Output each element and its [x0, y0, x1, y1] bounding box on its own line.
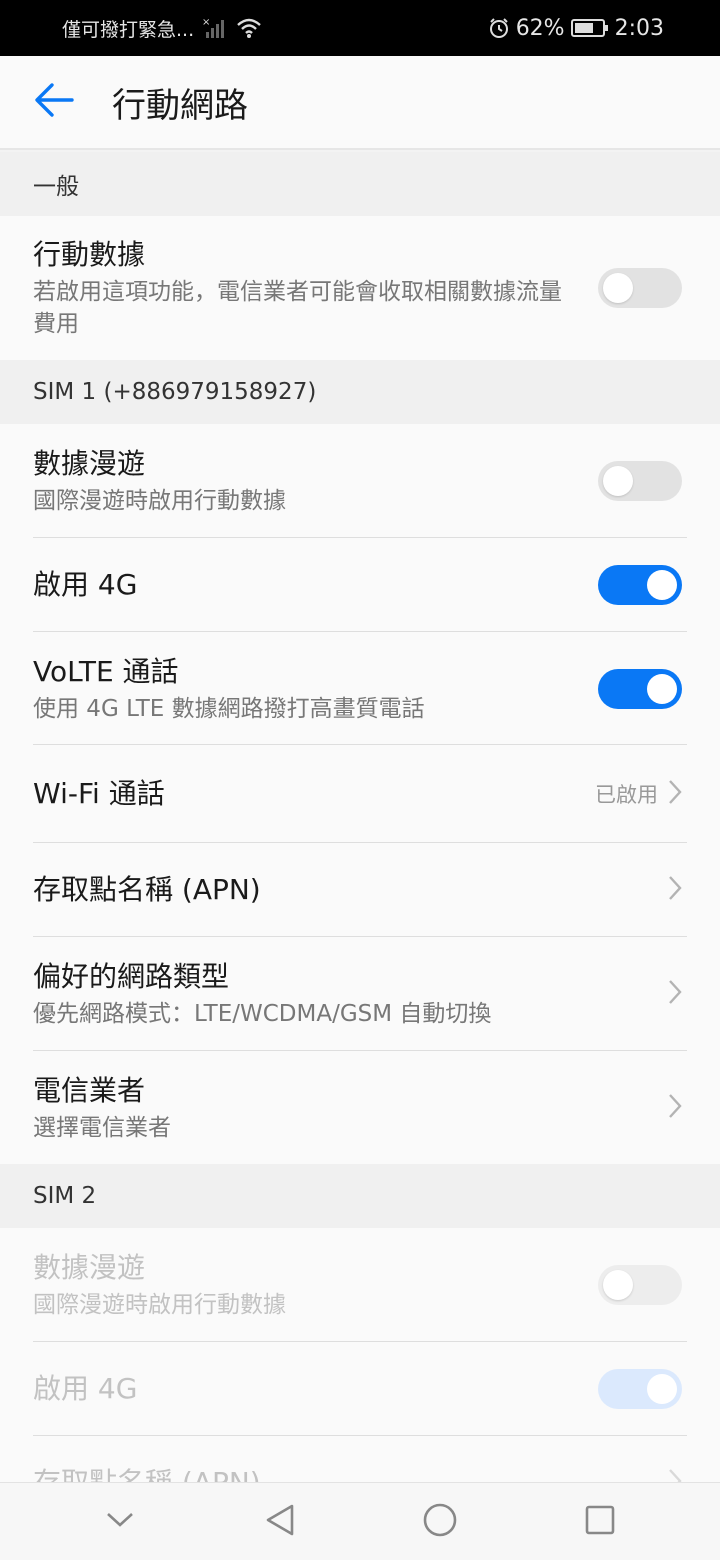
nav-recents-button[interactable] — [560, 1483, 640, 1560]
sim2-apn-trailing — [668, 1468, 682, 1482]
status-time: 2:03 — [614, 15, 664, 41]
sim1-enable-4g-row[interactable]: 啟用 4G — [0, 538, 720, 632]
system-nav-bar — [0, 1482, 720, 1560]
sim2-apn-text: 存取點名稱 (APN) — [33, 1464, 668, 1482]
alarm-icon — [488, 17, 510, 39]
toggle-knob — [603, 273, 633, 303]
sim1-enable-4g-title: 啟用 4G — [33, 568, 138, 601]
sim2-data-roaming-title: 數據漫遊 — [33, 1251, 146, 1284]
sim1-carrier-row[interactable]: 電信業者 選擇電信業者 — [0, 1051, 720, 1164]
sim1-data-roaming-title: 數據漫遊 — [33, 447, 146, 480]
status-right: 62% 2:03 — [488, 16, 664, 41]
sim1-preferred-network-title: 偏好的網路類型 — [33, 960, 230, 993]
back-triangle-icon — [264, 1503, 296, 1541]
sim1-data-roaming-text: 數據漫遊 國際漫遊時啟用行動數據 — [33, 445, 578, 517]
mobile-data-row[interactable]: 行動數據 若啟用這項功能，電信業者可能會收取相關數據流量費用 — [0, 216, 720, 360]
sim1-apn-text: 存取點名稱 (APN) — [33, 871, 668, 909]
sim1-carrier-trailing — [668, 1093, 682, 1123]
chevron-right-icon — [668, 1093, 682, 1123]
chevron-right-icon — [668, 979, 682, 1009]
sim1-wifi-calling-text: Wi-Fi 通話 — [33, 775, 595, 813]
app-bar: 行動網路 — [0, 56, 720, 150]
carrier-status-text: 僅可撥打緊急... — [62, 18, 195, 41]
nav-home-button[interactable] — [400, 1483, 480, 1560]
mobile-data-title: 行動數據 — [33, 238, 146, 271]
sim2-apn-title: 存取點名稱 (APN) — [33, 1464, 668, 1482]
sim2-enable-4g-text: 啟用 4G — [33, 1370, 578, 1408]
group-general: 行動數據 若啟用這項功能，電信業者可能會收取相關數據流量費用 — [0, 216, 720, 360]
sim1-data-roaming-row[interactable]: 數據漫遊 國際漫遊時啟用行動數據 — [0, 424, 720, 538]
sim2-enable-4g-title: 啟用 4G — [33, 1372, 138, 1405]
toggle-knob — [603, 466, 633, 496]
sim1-volte-subtitle: 使用 4G LTE 數據網路撥打高畫質電話 — [33, 695, 425, 722]
sim1-volte-title: VoLTE 通話 — [33, 654, 179, 688]
sim2-enable-4g-toggle — [598, 1369, 682, 1409]
sim2-data-roaming-row: 數據漫遊 國際漫遊時啟用行動數據 — [0, 1228, 720, 1342]
settings-list[interactable]: 一般 行動數據 若啟用這項功能，電信業者可能會收取相關數據流量費用 SIM 1 … — [0, 152, 720, 1482]
nav-back-button[interactable] — [240, 1483, 320, 1560]
sim2-data-roaming-text: 數據漫遊 國際漫遊時啟用行動數據 — [33, 1249, 578, 1321]
sim2-data-roaming-subtitle: 國際漫遊時啟用行動數據 — [33, 1292, 286, 1318]
section-header-sim2: SIM 2 — [0, 1164, 720, 1228]
section-header-general: 一般 — [0, 152, 720, 216]
chevron-right-icon — [668, 779, 682, 809]
no-signal-icon: × — [202, 16, 228, 40]
sim1-carrier-subtitle: 選擇電信業者 — [33, 1114, 171, 1141]
chevron-down-icon — [106, 1512, 134, 1532]
sim1-apn-trailing — [668, 875, 682, 905]
group-sim1: 數據漫遊 國際漫遊時啟用行動數據 啟用 4G VoLTE 通話 使用 4G LT… — [0, 424, 720, 1164]
toggle-knob — [647, 570, 677, 600]
sim1-carrier-title: 電信業者 — [33, 1073, 146, 1107]
sim1-carrier-text: 電信業者 選擇電信業者 — [33, 1072, 668, 1144]
mobile-data-text: 行動數據 若啟用這項功能，電信業者可能會收取相關數據流量費用 — [33, 236, 578, 340]
back-button[interactable] — [0, 55, 112, 149]
chevron-right-icon — [668, 875, 682, 905]
sim2-apn-row: 存取點名稱 (APN) — [0, 1436, 720, 1482]
wifi-icon — [236, 17, 262, 39]
toggle-knob — [647, 673, 677, 704]
sim1-enable-4g-text: 啟用 4G — [33, 566, 578, 604]
sim1-data-roaming-toggle[interactable] — [598, 461, 682, 501]
sim1-volte-text: VoLTE 通話 使用 4G LTE 數據網路撥打高畫質電話 — [33, 653, 578, 725]
sim1-enable-4g-toggle[interactable] — [598, 565, 682, 605]
sim1-wifi-calling-row[interactable]: Wi-Fi 通話 已啟用 — [0, 745, 720, 843]
sim1-data-roaming-subtitle: 國際漫遊時啟用行動數據 — [33, 488, 286, 514]
chevron-right-icon — [668, 1468, 682, 1482]
recents-square-icon — [584, 1504, 616, 1540]
sim1-preferred-network-text: 偏好的網路類型 優先網路模式：LTE/WCDMA/GSM 自動切換 — [33, 958, 668, 1030]
sim1-wifi-calling-title: Wi-Fi 通話 — [33, 777, 165, 810]
toggle-knob — [647, 1374, 677, 1404]
mobile-data-toggle[interactable] — [598, 268, 682, 308]
sim1-preferred-network-subtitle: 優先網路模式：LTE/WCDMA/GSM 自動切換 — [33, 1001, 492, 1027]
sim1-preferred-network-trailing — [668, 979, 682, 1009]
section-header-sim1: SIM 1 (+886979158927) — [0, 360, 720, 424]
sim1-volte-row[interactable]: VoLTE 通話 使用 4G LTE 數據網路撥打高畫質電話 — [0, 632, 720, 745]
sim1-wifi-calling-value: 已啟用 — [595, 783, 658, 807]
sim1-apn-title: 存取點名稱 (APN) — [33, 873, 261, 906]
status-left: 僅可撥打緊急... × — [62, 15, 262, 42]
group-sim2: 數據漫遊 國際漫遊時啟用行動數據 啟用 4G 存取點名稱 (APN) — [0, 1228, 720, 1482]
battery-percent: 62% — [515, 15, 565, 41]
home-circle-icon — [422, 1502, 458, 1542]
svg-text:×: × — [202, 17, 210, 28]
sim2-enable-4g-row: 啟用 4G — [0, 1342, 720, 1436]
sim1-wifi-calling-trailing: 已啟用 — [595, 779, 682, 809]
sim1-apn-row[interactable]: 存取點名稱 (APN) — [0, 843, 720, 937]
page-title: 行動網路 — [112, 85, 248, 126]
status-bar: 僅可撥打緊急... × 62% 2:03 — [0, 0, 720, 56]
mobile-data-subtitle: 若啟用這項功能，電信業者可能會收取相關數據流量費用 — [33, 279, 562, 337]
battery-icon — [570, 18, 609, 38]
sim2-data-roaming-toggle — [598, 1265, 682, 1305]
sim1-volte-toggle[interactable] — [598, 668, 682, 709]
sim1-preferred-network-row[interactable]: 偏好的網路類型 優先網路模式：LTE/WCDMA/GSM 自動切換 — [0, 937, 720, 1051]
nav-hide-button[interactable] — [80, 1483, 160, 1560]
arrow-left-icon — [34, 82, 74, 122]
toggle-knob — [603, 1270, 633, 1300]
